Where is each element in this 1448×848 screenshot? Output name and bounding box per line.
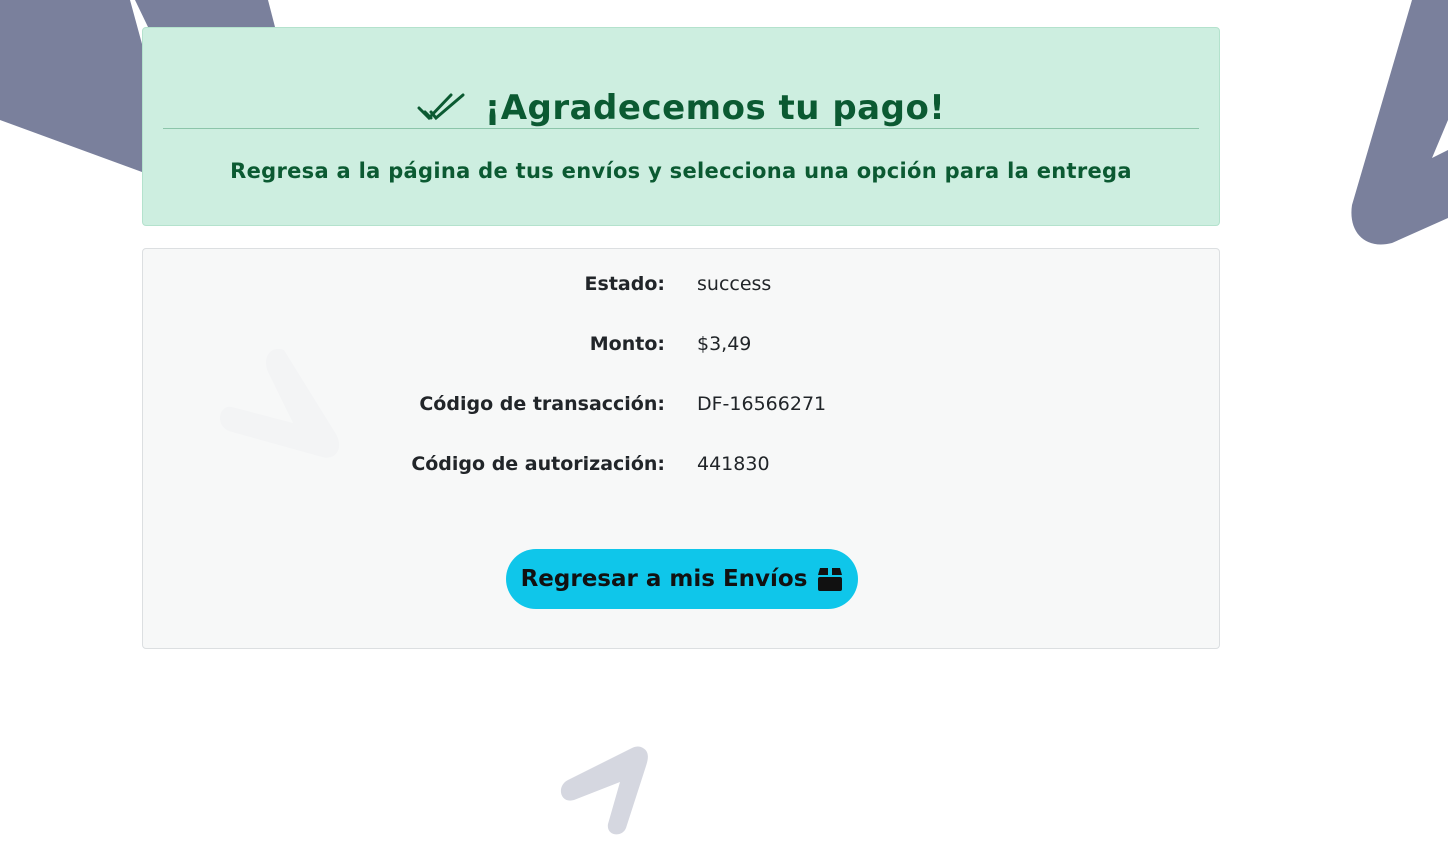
detail-row-amount: Monto: $3,49 <box>143 333 1219 363</box>
back-to-shipments-button[interactable]: Regresar a mis Envíos <box>506 549 858 609</box>
detail-label: Código de transacción: <box>419 393 665 415</box>
bg-chevron-bottom <box>560 746 648 835</box>
bg-arrow-top-right <box>1351 0 1448 245</box>
detail-label: Código de autorización: <box>411 453 665 475</box>
detail-label: Estado: <box>584 273 665 295</box>
box-icon <box>817 566 843 592</box>
page: ¡Agradecemos tu pago! Regresa a la págin… <box>0 0 1448 848</box>
detail-label: Monto: <box>589 333 665 355</box>
detail-value: $3,49 <box>697 333 752 355</box>
detail-row-transaction-code: Código de transacción: DF-16566271 <box>143 393 1219 423</box>
bg-arrow-top-left-tip <box>135 0 275 27</box>
payment-details-card: Estado: success Monto: $3,49 Código de t… <box>142 248 1220 649</box>
double-check-icon <box>417 92 465 124</box>
detail-row-status: Estado: success <box>143 273 1219 303</box>
detail-value: success <box>697 273 772 295</box>
alert-divider <box>163 128 1199 129</box>
success-alert: ¡Agradecemos tu pago! Regresa a la págin… <box>142 27 1220 226</box>
detail-value: DF-16566271 <box>697 393 827 415</box>
bg-arrow-top-left <box>0 0 142 172</box>
alert-title: ¡Agradecemos tu pago! <box>484 88 946 128</box>
button-label: Regresar a mis Envíos <box>520 566 808 592</box>
detail-value: 441830 <box>697 453 770 475</box>
alert-heading: ¡Agradecemos tu pago! <box>143 84 1219 132</box>
alert-subtitle: Regresa a la página de tus envíos y sele… <box>230 159 1132 183</box>
detail-row-authorization-code: Código de autorización: 441830 <box>143 453 1219 483</box>
